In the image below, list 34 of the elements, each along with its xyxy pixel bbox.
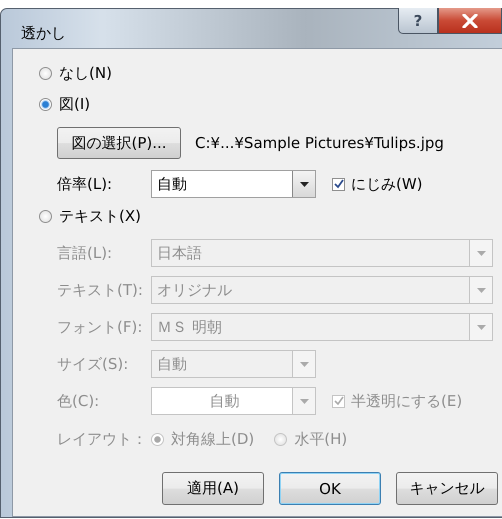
dropdown-arrow-icon <box>476 250 486 256</box>
select-picture-button[interactable]: 図の選択(P)... <box>57 127 181 159</box>
field-label: 色(C): <box>57 392 100 410</box>
radio-button[interactable] <box>39 67 52 80</box>
checkbox-label: にじみ(W) <box>351 174 423 194</box>
dialog-button[interactable]: OK <box>279 472 381 505</box>
dropdown-arrow-icon <box>300 362 308 366</box>
dialog-button[interactable]: キャンセル <box>396 472 498 505</box>
dropdown-arrow-icon <box>476 324 486 330</box>
radio-label: テキスト(X) <box>59 206 141 226</box>
dropdown-arrow-icon <box>300 398 308 404</box>
checkbox-label: 半透明にする(E) <box>351 392 462 410</box>
window-title: 透かし <box>21 24 66 42</box>
radio-label: なし(N) <box>59 64 112 83</box>
dialog-button[interactable]: 適用(A) <box>162 472 264 505</box>
file-path: C:¥...¥Sample Pictures¥Tulips.jpg <box>195 134 444 152</box>
field-label: 倍率(L): <box>57 174 114 194</box>
field-label: テキスト(T): <box>57 280 144 300</box>
field-label: フォント(F): <box>57 318 144 336</box>
field-label: 言語(L): <box>57 244 114 262</box>
radio-button[interactable] <box>39 98 52 111</box>
scale-dropdown[interactable]: 自動 <box>151 170 316 198</box>
radio-button[interactable] <box>39 210 52 222</box>
radio-label: 水平(H) <box>294 430 348 448</box>
radio-label: 図(I) <box>59 95 90 114</box>
dropdown-arrow-icon <box>476 288 486 292</box>
help-button[interactable]: ? <box>398 8 438 34</box>
field-label: レイアウト： <box>57 430 148 448</box>
checkbox[interactable] <box>332 178 345 190</box>
close-icon <box>462 14 478 28</box>
field-label: サイズ(S): <box>57 354 130 374</box>
dropdown-arrow-icon <box>300 182 308 186</box>
radio-label: 対角線上(D) <box>171 430 254 448</box>
close-button[interactable] <box>438 8 502 34</box>
